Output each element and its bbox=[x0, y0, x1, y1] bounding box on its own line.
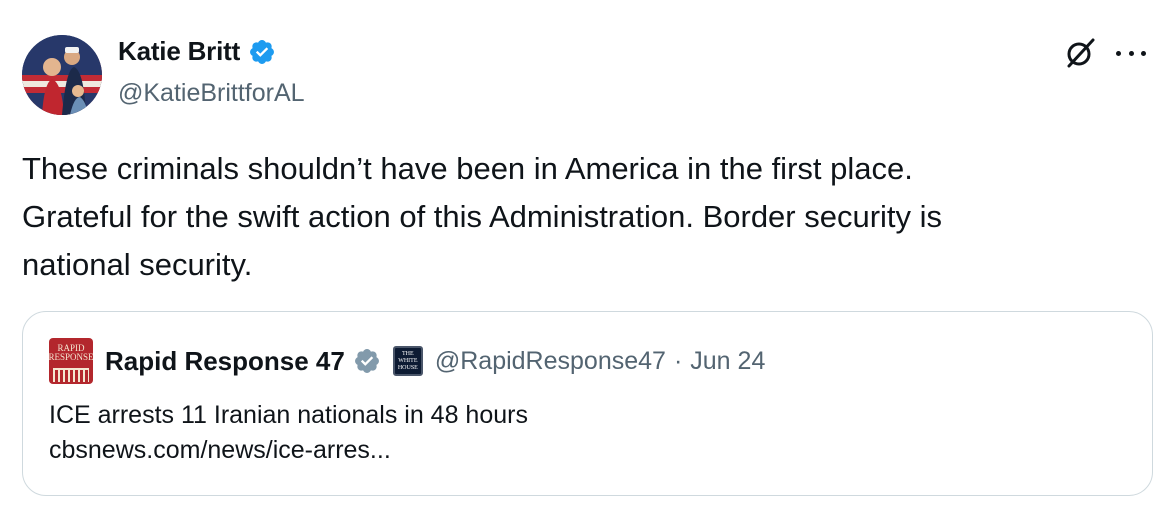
logo-text-line2: RESPONSE bbox=[49, 352, 93, 362]
gray-verified-badge-icon[interactable] bbox=[353, 347, 381, 375]
tweet-text: These criminals shouldn’t have been in A… bbox=[22, 151, 943, 282]
quoted-tweet-body: ICE arrests 11 Iranian nationals in 48 h… bbox=[49, 398, 1129, 468]
author-display-name[interactable]: Katie Britt bbox=[118, 36, 240, 67]
grok-icon[interactable] bbox=[1064, 37, 1096, 69]
separator-dot: · bbox=[673, 346, 683, 375]
affiliation-badge-line3: HOUSE bbox=[397, 364, 418, 371]
quoted-tweet-text: ICE arrests 11 Iranian nationals in 48 h… bbox=[49, 401, 528, 429]
author-name-row: Katie Britt bbox=[118, 36, 276, 67]
quoted-tweet-header: RAPID RESPONSE Rapid Response 47 THE WHI… bbox=[49, 338, 765, 384]
rapid-response-avatar[interactable]: RAPID RESPONSE bbox=[49, 338, 93, 384]
more-options-icon[interactable] bbox=[1116, 40, 1146, 66]
author-handle[interactable]: @KatieBrittforAL bbox=[118, 79, 305, 108]
quoted-display-name[interactable]: Rapid Response 47 bbox=[105, 346, 345, 377]
white-house-affiliation-badge-icon[interactable]: THE WHITE HOUSE bbox=[392, 346, 423, 376]
author-avatar[interactable] bbox=[22, 35, 102, 115]
tweet-card: Katie Britt @KatieBrittforAL These crimi… bbox=[0, 0, 1176, 524]
quoted-tweet[interactable]: RAPID RESPONSE Rapid Response 47 THE WHI… bbox=[22, 311, 1153, 496]
quoted-handle[interactable]: @RapidResponse47 bbox=[435, 347, 666, 376]
quoted-tweet-link[interactable]: cbsnews.com/news/ice-arres... bbox=[49, 433, 1129, 468]
affiliation-badge-line2: WHITE bbox=[398, 357, 418, 364]
white-house-building-icon bbox=[53, 368, 89, 382]
affiliation-badge-line1: THE bbox=[402, 350, 414, 357]
avatar-photo-icon bbox=[22, 35, 102, 115]
quoted-date[interactable]: Jun 24 bbox=[690, 347, 765, 376]
verified-badge-icon[interactable] bbox=[248, 38, 276, 66]
